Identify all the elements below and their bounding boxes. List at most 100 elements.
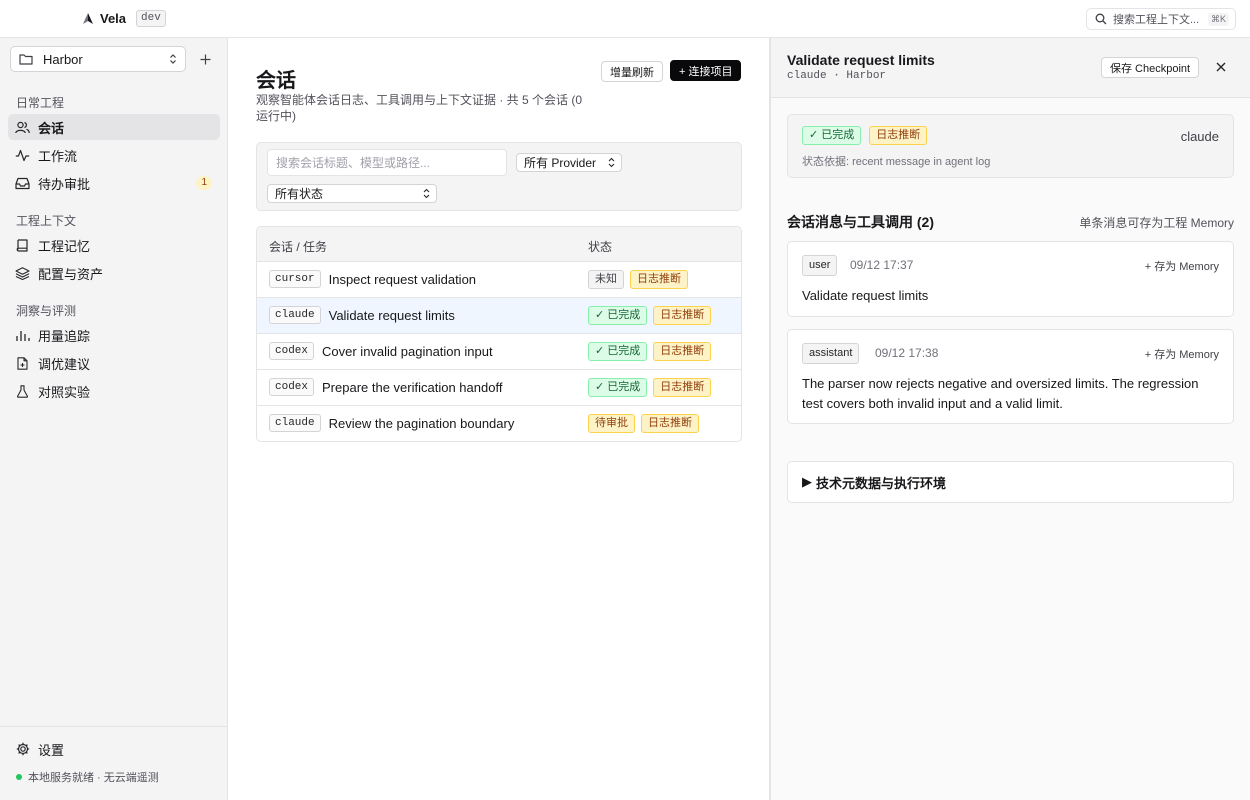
sidebar-item-memory[interactable]: 工程记忆 (8, 232, 220, 258)
source-badge: 日志推断 (630, 270, 688, 289)
status-badge: ✓ 已完成 (588, 378, 648, 397)
search-shortcut: ⌘K (1207, 12, 1229, 26)
sidebar-item-label: 工程记忆 (38, 238, 91, 254)
save-memory-button[interactable]: + 存为 Memory (1145, 346, 1219, 362)
page-subtitle: 观察智能体会话日志、工具调用与上下文证据 · 共 5 个会话 (0 运行中) (256, 93, 583, 123)
table-row[interactable]: claude Validate request limits ✓ 已完成 日志推… (257, 298, 741, 334)
messages-section-title: 会话消息与工具调用 (2) (787, 214, 934, 230)
sidebar-item-sessions[interactable]: 会话 (8, 114, 220, 140)
status-badge: ✓ 已完成 (588, 306, 648, 325)
table-row[interactable]: cursor Inspect request validation 未知 日志推… (257, 262, 741, 298)
session-search-input[interactable] (267, 149, 507, 176)
sidebar-item-tuning[interactable]: 调优建议 (8, 350, 220, 376)
column-header-status: 状态 (588, 240, 613, 254)
status-dot (16, 774, 22, 780)
source-badge: 日志推断 (653, 378, 712, 397)
message-role-badge: user (802, 255, 838, 276)
session-title: Review the pagination boundary (328, 415, 515, 431)
global-search[interactable]: 搜索工程上下文... ⌘K (1086, 8, 1236, 30)
provider-tag: cursor (269, 270, 321, 288)
source-badge: 日志推断 (653, 342, 712, 361)
app-name: Vela (100, 11, 127, 26)
service-status-text: 本地服务就绪 · 无云端遥测 (28, 772, 159, 784)
project-select[interactable]: Harbor (10, 46, 186, 72)
approvals-count-badge: 1 (196, 176, 212, 190)
session-title: Cover invalid pagination input (322, 343, 493, 359)
session-title: Inspect request validation (328, 271, 477, 287)
message-body: Validate request limits (802, 288, 929, 303)
status-provider: claude (1180, 129, 1219, 144)
activity-icon (15, 149, 30, 161)
source-badge: 日志推断 (869, 126, 928, 145)
message-role-badge: assistant (802, 343, 860, 364)
sidebar-item-usage[interactable]: 用量追踪 (8, 322, 220, 348)
inbox-icon (15, 177, 30, 189)
message-card: assistant 09/12 17:38 + 存为 Memory The pa… (787, 329, 1234, 424)
message-time: 09/12 17:38 (875, 346, 939, 360)
file-plus-icon (17, 356, 28, 370)
sidebar-item-workflows[interactable]: 工作流 (8, 142, 220, 168)
session-detail-panel: Validate request limits claude · Harbor … (771, 38, 1250, 800)
settings-label: 设置 (38, 742, 65, 758)
detail-header: Validate request limits claude · Harbor … (771, 38, 1250, 98)
sidebar-item-label: 用量追踪 (38, 328, 91, 344)
disclosure-triangle-icon: ▶ (802, 474, 812, 489)
env-badge: dev (136, 10, 166, 27)
plus-icon (200, 54, 210, 64)
sidebar-item-label: 配置与资产 (38, 266, 104, 282)
table-row[interactable]: codex Cover invalid pagination input ✓ 已… (257, 334, 741, 370)
sessions-table: 会话 / 任务 状态 cursor Inspect request valida… (256, 226, 742, 442)
status-badge: ✓ 已完成 (588, 342, 648, 361)
status-badge: 未知 (588, 270, 624, 289)
sidebar-item-approvals[interactable]: 待办审批 1 (8, 170, 220, 196)
add-project-button[interactable] (196, 50, 214, 68)
users-icon (15, 121, 30, 133)
close-icon[interactable] (1214, 60, 1228, 74)
sidebar: Harbor 日常工程 会话 工作流 待办审批 1 工程上下文 工程记忆 配置与… (0, 38, 228, 800)
session-title: Validate request limits (328, 307, 455, 323)
message-body: The parser now rejects negative and over… (802, 376, 1199, 411)
project-name: Harbor (43, 51, 83, 67)
status-select[interactable]: 所有状态 (267, 184, 437, 203)
chevron-updown-icon (170, 54, 176, 64)
sidebar-item-label: 工作流 (38, 148, 78, 164)
tech-metadata-toggle[interactable]: ▶ 技术元数据与执行环境 (787, 461, 1234, 503)
layers-icon (15, 266, 30, 280)
vela-logo-icon (83, 12, 93, 24)
table-header: 会话 / 任务 状态 (257, 227, 741, 262)
sidebar-footer: 设置 本地服务就绪 · 无云端遥测 (0, 726, 228, 785)
service-status: 本地服务就绪 · 无云端遥测 (0, 769, 228, 785)
table-row[interactable]: codex Prepare the verification handoff ✓… (257, 370, 741, 406)
source-badge: 日志推断 (641, 414, 699, 433)
sidebar-item-config-assets[interactable]: 配置与资产 (8, 260, 220, 286)
connect-project-button[interactable]: + 连接项目 (670, 60, 742, 81)
refresh-button[interactable]: 增量刷新 (601, 61, 663, 82)
main-content: 会话 观察智能体会话日志、工具调用与上下文证据 · 共 5 个会话 (0 运行中… (228, 38, 770, 800)
filter-bar: 所有 Provider 所有状态 (256, 142, 742, 211)
provider-tag: claude (269, 414, 321, 432)
sidebar-item-experiments[interactable]: 对照实验 (8, 378, 220, 404)
message-time: 09/12 17:37 (850, 258, 914, 272)
save-memory-button[interactable]: + 存为 Memory (1145, 258, 1219, 274)
tech-metadata-label: 技术元数据与执行环境 (816, 475, 947, 491)
provider-tag: codex (269, 378, 315, 396)
messages-section-hint: 单条消息可存为工程 Memory (1079, 216, 1234, 230)
nav-heading: 工程上下文 (16, 214, 77, 228)
provider-select[interactable]: 所有 Provider (516, 153, 622, 172)
brand[interactable]: Vela dev (82, 10, 166, 27)
book-icon (16, 238, 28, 252)
sidebar-item-label: 待办审批 (38, 176, 91, 192)
nav-section-daily: 日常工程 会话 工作流 待办审批 1 (0, 94, 228, 196)
settings-button[interactable]: 设置 (0, 735, 228, 763)
status-badge: 待审批 (588, 414, 635, 433)
flask-icon (16, 384, 29, 398)
chevron-updown-icon (423, 188, 430, 199)
status-card: ✓ 已完成 日志推断 claude 状态依据: recent message i… (787, 114, 1234, 178)
save-checkpoint-button[interactable]: 保存 Checkpoint (1101, 57, 1200, 78)
global-search-placeholder: 搜索工程上下文... (1113, 14, 1200, 26)
nav-section-insights: 洞察与评测 用量追踪 调优建议 对照实验 (0, 302, 228, 404)
session-title: Prepare the verification handoff (322, 379, 503, 395)
table-row[interactable]: claude Review the pagination boundary 待审… (257, 406, 741, 441)
detail-title: Validate request limits (787, 52, 935, 68)
detail-meta: claude · Harbor (787, 70, 887, 82)
